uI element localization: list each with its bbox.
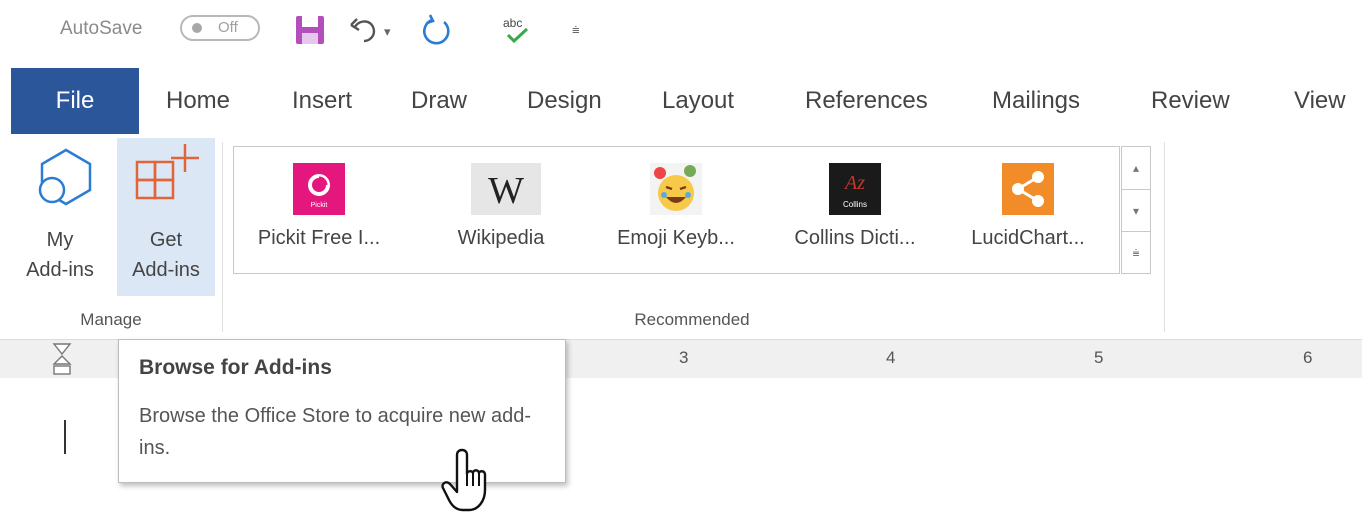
gallery-more-icon[interactable]: ⩧ <box>1122 231 1150 274</box>
lucidchart-icon <box>998 159 1058 219</box>
group-separator <box>1164 142 1165 332</box>
tab-home[interactable]: Home <box>166 68 230 134</box>
tooltip-title: Browse for Add-ins <box>139 356 332 379</box>
my-addins-label-1: My <box>46 229 74 251</box>
tab-file[interactable]: File <box>11 68 139 134</box>
my-addins-button[interactable]: My Add-ins <box>6 138 114 296</box>
tab-references[interactable]: References <box>805 68 928 134</box>
my-addins-icon <box>34 146 98 215</box>
svg-text:W: W <box>488 170 524 212</box>
get-addins-label-1: Get <box>149 229 183 251</box>
undo-icon[interactable] <box>347 13 381 47</box>
indent-marker-icon[interactable] <box>52 342 72 381</box>
autosave-toggle[interactable]: Off <box>180 15 260 41</box>
gallery-item-label: Wikipedia <box>457 227 545 249</box>
toggle-knob <box>192 23 202 33</box>
quick-access-toolbar: AutoSave Off ▾ abc ⩧ <box>0 0 1362 64</box>
autosave-toggle-state: Off <box>218 19 238 36</box>
ruler-number: 3 <box>679 348 689 367</box>
gallery-scroll-up-icon[interactable]: ▴ <box>1122 147 1150 189</box>
tab-view[interactable]: View <box>1294 68 1346 134</box>
autosave-label: AutoSave <box>60 18 143 39</box>
gallery-scroll-down-icon[interactable]: ▾ <box>1122 189 1150 232</box>
tab-mailings[interactable]: Mailings <box>992 68 1080 134</box>
gallery-item-emoji[interactable]: Emoji Keyb... <box>591 147 761 273</box>
tab-insert[interactable]: Insert <box>292 68 352 134</box>
ribbon: My Add-ins Get Add-ins Manage Pickit Pic… <box>0 134 1362 339</box>
manage-group-label: Manage <box>80 310 142 329</box>
get-addins-button[interactable]: Get Add-ins <box>117 138 215 296</box>
pickit-icon: Pickit <box>289 159 349 219</box>
tab-review[interactable]: Review <box>1151 68 1230 134</box>
save-icon[interactable] <box>293 13 327 47</box>
spelling-icon[interactable]: abc <box>500 13 534 47</box>
gallery-item-lucidchart[interactable]: LucidChart... <box>943 147 1113 273</box>
svg-text:Pickit: Pickit <box>311 202 328 209</box>
hand-pointer-icon <box>440 446 502 519</box>
gallery-item-label: Collins Dicti... <box>794 227 916 249</box>
text-cursor <box>64 420 66 454</box>
gallery-item-collins[interactable]: Az Collins Collins Dicti... <box>770 147 940 273</box>
svg-text:Az: Az <box>843 172 865 194</box>
gallery-item-label: Pickit Free I... <box>257 227 381 249</box>
ribbon-tab-bar: File Home Insert Draw Design Layout Refe… <box>0 68 1362 134</box>
get-addins-icon <box>133 142 201 215</box>
tab-layout[interactable]: Layout <box>662 68 734 134</box>
ruler-number: 5 <box>1094 348 1104 367</box>
group-separator <box>222 142 223 332</box>
undo-dropdown-icon[interactable]: ▾ <box>384 24 391 40</box>
gallery-item-pickit[interactable]: Pickit Pickit Free I... <box>234 147 404 273</box>
collins-icon: Az Collins <box>825 159 885 219</box>
wikipedia-icon: W <box>471 159 541 219</box>
tab-draw[interactable]: Draw <box>411 68 467 134</box>
get-addins-label-2: Add-ins <box>132 259 200 281</box>
recommended-group-label: Recommended <box>634 310 750 329</box>
recommended-gallery: Pickit Pickit Free I... W Wikipedia Emoj… <box>233 146 1120 274</box>
my-addins-label-2: Add-ins <box>26 259 94 281</box>
gallery-item-label: Emoji Keyb... <box>617 227 735 249</box>
ruler-number: 6 <box>1303 348 1313 367</box>
gallery-item-label: LucidChart... <box>971 227 1085 249</box>
customize-icon[interactable]: ⩧ <box>572 22 580 38</box>
svg-text:abc: abc <box>503 16 522 30</box>
gallery-scroll: ▴ ▾ ⩧ <box>1121 146 1151 274</box>
redo-icon[interactable] <box>420 13 454 47</box>
tab-design[interactable]: Design <box>527 68 602 134</box>
ruler-number: 4 <box>886 348 896 367</box>
manage-group: My Add-ins Get Add-ins Manage <box>0 134 222 339</box>
emoji-icon <box>646 159 706 219</box>
svg-text:Collins: Collins <box>843 200 867 209</box>
gallery-item-wikipedia[interactable]: W Wikipedia <box>416 147 586 273</box>
